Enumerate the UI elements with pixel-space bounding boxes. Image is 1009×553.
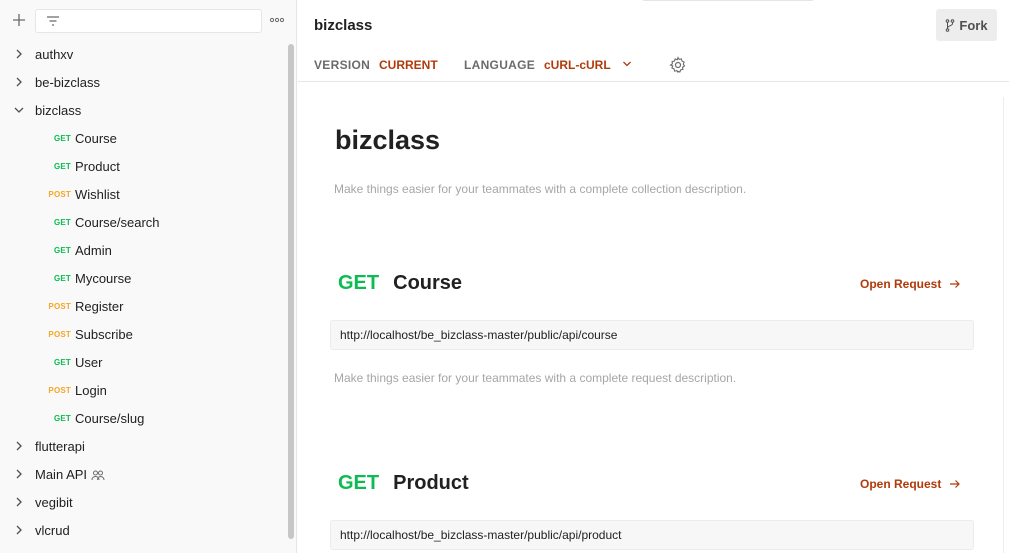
collection-label: flutterapi <box>35 438 85 454</box>
request-label: Login <box>75 382 107 398</box>
version-selector[interactable]: CURRENT <box>379 58 438 72</box>
request-item-course-search[interactable]: GET Course/search <box>0 208 287 236</box>
request-description[interactable]: Make things easier for your teammates wi… <box>334 371 736 385</box>
method-badge: POST <box>48 189 71 199</box>
request-label: Course/slug <box>75 410 145 426</box>
request-url[interactable]: http://localhost/be_bizclass-master/publ… <box>330 320 974 350</box>
method-badge: GET <box>53 217 71 227</box>
method-badge: GET <box>53 133 71 143</box>
top-divider <box>643 0 813 1</box>
request-item-course-slug[interactable]: GET Course/slug <box>0 404 287 432</box>
chevron-right-icon <box>16 469 22 479</box>
language-selector[interactable]: cURL-cURL <box>544 58 611 72</box>
chevron-right-icon <box>16 77 22 87</box>
request-item-wishlist[interactable]: POST Wishlist <box>0 180 287 208</box>
collection-description[interactable]: Make things easier for your teammates wi… <box>334 182 746 196</box>
collection-tree: authxv be-bizclass bizclass GET Course G… <box>0 40 287 544</box>
method-badge: POST <box>48 385 71 395</box>
method-badge: POST <box>48 301 71 311</box>
sidebar-scrollbar[interactable] <box>288 44 294 539</box>
collection-label: bizclass <box>35 102 82 118</box>
collection-item-main-api[interactable]: Main API <box>0 460 287 488</box>
chevron-down-icon[interactable] <box>622 59 632 69</box>
method-badge: POST <box>48 329 71 339</box>
request-label: Product <box>75 158 120 174</box>
request-title: Course <box>393 272 463 294</box>
new-collection-button[interactable] <box>9 10 29 30</box>
arrow-right-icon <box>949 280 960 288</box>
request-label: Subscribe <box>75 326 133 342</box>
sidebar-toolbar <box>0 0 296 40</box>
method-badge: GET <box>53 245 71 255</box>
request-url[interactable]: http://localhost/be_bizclass-master/publ… <box>330 520 974 550</box>
request-label: Course <box>75 130 117 146</box>
request-item-register[interactable]: POST Register <box>0 292 287 320</box>
request-item-course[interactable]: GET Course <box>0 124 287 152</box>
app-window: authxv be-bizclass bizclass GET Course G… <box>0 0 1009 553</box>
request-label: Admin <box>75 242 112 258</box>
collection-label-with-icon: Main API <box>35 467 105 482</box>
fork-label: Fork <box>959 17 988 33</box>
version-label: VERSION <box>314 58 371 72</box>
collection-item-be-bizclass[interactable]: be-bizclass <box>0 68 287 96</box>
doc-header: bizclass Fork VERSION CURRENT LANGUAGE c… <box>298 0 1009 82</box>
request-label: User <box>75 354 103 370</box>
open-request-label: Open Request <box>860 477 942 491</box>
chevron-right-icon <box>16 525 22 535</box>
request-item-product[interactable]: GET Product <box>0 152 287 180</box>
more-horizontal-icon <box>269 17 285 23</box>
request-heading: GET Product <box>338 472 469 495</box>
chevron-down-icon <box>14 107 24 113</box>
open-request-label: Open Request <box>860 277 942 291</box>
method-badge: GET <box>53 357 71 367</box>
collection-label: vegibit <box>35 494 73 510</box>
request-item-subscribe[interactable]: POST Subscribe <box>0 320 287 348</box>
method-label: GET <box>338 272 380 294</box>
open-request-link[interactable]: Open Request <box>860 277 961 291</box>
method-label: GET <box>338 472 380 494</box>
arrow-right-icon <box>949 480 960 488</box>
method-badge: GET <box>53 273 71 283</box>
request-heading: GET Course <box>338 272 462 295</box>
fork-button[interactable]: Fork <box>936 9 997 41</box>
filter-icon <box>47 16 59 26</box>
plus-icon <box>13 14 25 26</box>
collection-item-vlcrud[interactable]: vlcrud <box>0 516 287 544</box>
chevron-right-icon <box>16 497 22 507</box>
request-label: Register <box>75 298 124 314</box>
request-item-user[interactable]: GET User <box>0 348 287 376</box>
method-badge: GET <box>53 413 71 423</box>
collection-label: Main API <box>35 466 88 482</box>
fork-icon <box>946 18 955 32</box>
request-label: Mycourse <box>75 270 132 286</box>
documentation-pane: bizclass Make things easier for your tea… <box>298 83 1009 553</box>
right-divider <box>1003 97 1004 553</box>
open-request-link[interactable]: Open Request <box>860 477 961 491</box>
request-label: Course/search <box>75 214 160 230</box>
collection-label: authxv <box>35 46 74 62</box>
request-item-mycourse[interactable]: GET Mycourse <box>0 264 287 292</box>
request-label: Wishlist <box>75 186 120 202</box>
collection-label: be-bizclass <box>35 74 101 90</box>
method-badge: GET <box>53 161 71 171</box>
filter-input[interactable] <box>35 9 262 33</box>
collection-item-authxv[interactable]: authxv <box>0 40 287 68</box>
collection-item-bizclass[interactable]: bizclass <box>0 96 287 124</box>
sidebar: authxv be-bizclass bizclass GET Course G… <box>0 0 297 553</box>
collection-title: bizclass <box>314 17 373 34</box>
language-label: LANGUAGE <box>464 58 536 72</box>
collection-item-flutterapi[interactable]: flutterapi <box>0 432 287 460</box>
team-icon <box>91 470 105 481</box>
collection-label: vlcrud <box>35 522 70 538</box>
more-options-button[interactable] <box>269 11 289 29</box>
chevron-right-icon <box>16 441 22 451</box>
chevron-right-icon <box>16 49 22 59</box>
settings-gear-icon[interactable] <box>669 56 687 74</box>
request-item-login[interactable]: POST Login <box>0 376 287 404</box>
collection-item-vegibit[interactable]: vegibit <box>0 488 287 516</box>
request-title: Product <box>393 472 469 494</box>
request-item-admin[interactable]: GET Admin <box>0 236 287 264</box>
doc-title: bizclass <box>335 125 441 155</box>
